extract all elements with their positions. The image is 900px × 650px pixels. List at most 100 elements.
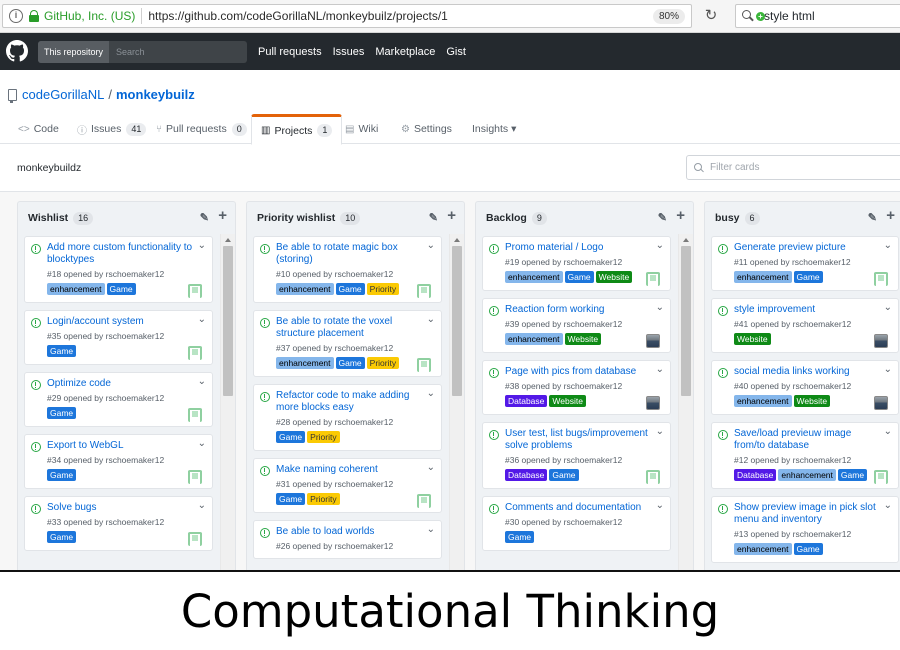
tab-wiki[interactable]: ▤ Wiki xyxy=(345,114,378,144)
repo-owner-link[interactable]: codeGorillaNL xyxy=(22,87,104,102)
issue-title-link[interactable]: Be able to load worlds xyxy=(276,526,426,538)
chevron-down-icon[interactable]: ⌄ xyxy=(884,302,892,313)
assignee-avatar[interactable] xyxy=(646,334,660,348)
chevron-down-icon[interactable]: ⌄ xyxy=(427,240,435,251)
label-game[interactable]: Game xyxy=(793,271,823,283)
label-website[interactable]: Website xyxy=(595,271,633,283)
assignee-avatar[interactable] xyxy=(188,408,202,422)
repo-name-link[interactable]: monkeybuilz xyxy=(116,87,195,102)
scroll-up-icon[interactable] xyxy=(683,238,689,242)
column-scrollbar[interactable] xyxy=(449,234,464,580)
issue-title-link[interactable]: Login/account system xyxy=(47,316,197,328)
label-website[interactable]: Website xyxy=(734,333,771,345)
assignee-avatar[interactable] xyxy=(874,334,888,348)
label-website[interactable]: Website xyxy=(549,395,586,407)
label-game[interactable]: Game xyxy=(47,469,77,481)
label-enhancement[interactable]: enhancement xyxy=(734,271,792,283)
chevron-down-icon[interactable]: ⌄ xyxy=(427,388,435,399)
label-enhancement[interactable]: enhancement xyxy=(505,333,563,345)
assignee-avatar[interactable] xyxy=(188,346,202,360)
label-database[interactable]: Database xyxy=(505,395,548,407)
assignee-avatar[interactable] xyxy=(417,358,431,372)
label-game[interactable]: Game xyxy=(106,283,136,295)
scrollbar-thumb[interactable] xyxy=(681,246,691,396)
tab-insights[interactable]: Insights ▾ xyxy=(472,114,516,144)
assignee-avatar[interactable] xyxy=(188,532,202,546)
assignee-avatar[interactable] xyxy=(646,470,660,484)
issue-title-link[interactable]: Promo material / Logo xyxy=(505,242,655,254)
github-logo-icon[interactable] xyxy=(6,40,28,62)
issue-card[interactable]: Be able to rotate the voxel structure pl… xyxy=(253,310,442,377)
add-card-icon[interactable]: + xyxy=(886,208,895,224)
column-scrollbar[interactable] xyxy=(220,234,235,580)
assignee-avatar[interactable] xyxy=(874,470,888,484)
chevron-down-icon[interactable]: ⌄ xyxy=(656,302,664,313)
issue-title-link[interactable]: Solve bugs xyxy=(47,502,197,514)
scroll-up-icon[interactable] xyxy=(454,238,460,242)
issue-card[interactable]: Add more custom functionality to blockty… xyxy=(24,236,213,303)
assignee-avatar[interactable] xyxy=(188,284,202,298)
issue-card[interactable]: Comments and documentation ⌄ #30 opened by… xyxy=(482,496,671,551)
issue-card[interactable]: User test, list bugs/improvement solve p… xyxy=(482,422,671,489)
issue-card[interactable]: Be able to rotate magic box (storing) ⌄ #1… xyxy=(253,236,442,303)
add-card-icon[interactable]: + xyxy=(218,208,227,224)
url-text[interactable]: https://github.com/codeGorillaNL/monkeyb… xyxy=(148,9,447,23)
issue-title-link[interactable]: Export to WebGL xyxy=(47,440,197,452)
label-game[interactable]: Game xyxy=(564,271,594,283)
label-game[interactable]: Game xyxy=(335,283,365,295)
nav-issues[interactable]: Issues xyxy=(333,46,365,58)
label-game[interactable]: Game xyxy=(47,345,77,357)
issue-title-link[interactable]: Make naming coherent xyxy=(276,464,426,476)
column-scrollbar[interactable] xyxy=(678,234,693,580)
label-enhancement[interactable]: enhancement xyxy=(505,271,563,283)
issue-card[interactable]: Optimize code ⌄ #29 opened by rschoemaker1… xyxy=(24,372,213,427)
issue-title-link[interactable]: User test, list bugs/improvement solve p… xyxy=(505,428,655,452)
label-game[interactable]: Game xyxy=(276,493,306,505)
assignee-avatar[interactable] xyxy=(874,272,888,286)
label-game[interactable]: Game xyxy=(793,543,823,555)
address-bar[interactable]: i GitHub, Inc. (US) https://github.com/c… xyxy=(2,4,692,28)
chevron-down-icon[interactable]: ⌄ xyxy=(427,524,435,535)
chevron-down-icon[interactable]: ⌄ xyxy=(884,240,892,251)
label-game[interactable]: Game xyxy=(47,531,77,543)
issue-title-link[interactable]: Reaction form working xyxy=(505,304,655,316)
chevron-down-icon[interactable]: ⌄ xyxy=(198,438,206,449)
label-enhancement[interactable]: enhancement xyxy=(778,469,836,481)
label-game[interactable]: Game xyxy=(549,469,579,481)
tab-projects[interactable]: ▥ Projects 1 xyxy=(251,114,343,145)
label-enhancement[interactable]: enhancement xyxy=(47,283,105,295)
label-priority[interactable]: Priority xyxy=(307,493,340,505)
issue-card[interactable]: Make naming coherent ⌄ #31 opened by rscho… xyxy=(253,458,442,513)
chevron-down-icon[interactable]: ⌄ xyxy=(198,376,206,387)
browser-search-box[interactable]: + style html xyxy=(735,4,900,28)
issue-card[interactable]: social media links working ⌄ #40 opened by… xyxy=(711,360,899,415)
issue-title-link[interactable]: Refactor code to make adding more blocks… xyxy=(276,390,426,414)
issue-card[interactable]: Page with pics from database ⌄ #38 opened … xyxy=(482,360,671,415)
tab-issues[interactable]: ⓘ Issues 41 xyxy=(77,114,147,144)
issue-card[interactable]: Login/account system ⌄ #35 opened by rscho… xyxy=(24,310,213,365)
label-enhancement[interactable]: enhancement xyxy=(734,543,792,555)
tab-pull-requests[interactable]: ⑂ Pull requests 0 xyxy=(156,114,247,144)
label-enhancement[interactable]: enhancement xyxy=(276,357,334,369)
issue-title-link[interactable]: Comments and documentation xyxy=(505,502,655,514)
chevron-down-icon[interactable]: ⌄ xyxy=(884,500,892,511)
tab-code[interactable]: <> Code xyxy=(18,114,59,144)
issue-card[interactable]: Be able to load worlds ⌄ #26 opened by rsc… xyxy=(253,520,442,559)
assignee-avatar[interactable] xyxy=(646,396,660,410)
chevron-down-icon[interactable]: ⌄ xyxy=(427,314,435,325)
chevron-down-icon[interactable]: ⌄ xyxy=(198,240,206,251)
issue-card[interactable]: Save/load previeuw image from/to databas… xyxy=(711,422,899,489)
label-database[interactable]: Database xyxy=(505,469,548,481)
add-card-icon[interactable]: + xyxy=(676,208,685,224)
issue-title-link[interactable]: Optimize code xyxy=(47,378,197,390)
label-game[interactable]: Game xyxy=(47,407,77,419)
issue-title-link[interactable]: social media links working xyxy=(734,366,884,378)
issue-card[interactable]: Solve bugs ⌄ #33 opened by rschoemaker12 Ga… xyxy=(24,496,213,551)
add-card-icon[interactable]: + xyxy=(447,208,456,224)
label-priority[interactable]: Priority xyxy=(307,431,340,443)
issue-title-link[interactable]: Page with pics from database xyxy=(505,366,655,378)
chevron-down-icon[interactable]: ⌄ xyxy=(884,426,892,437)
chevron-down-icon[interactable]: ⌄ xyxy=(656,240,664,251)
label-game[interactable]: Game xyxy=(505,531,535,543)
assignee-avatar[interactable] xyxy=(417,494,431,508)
